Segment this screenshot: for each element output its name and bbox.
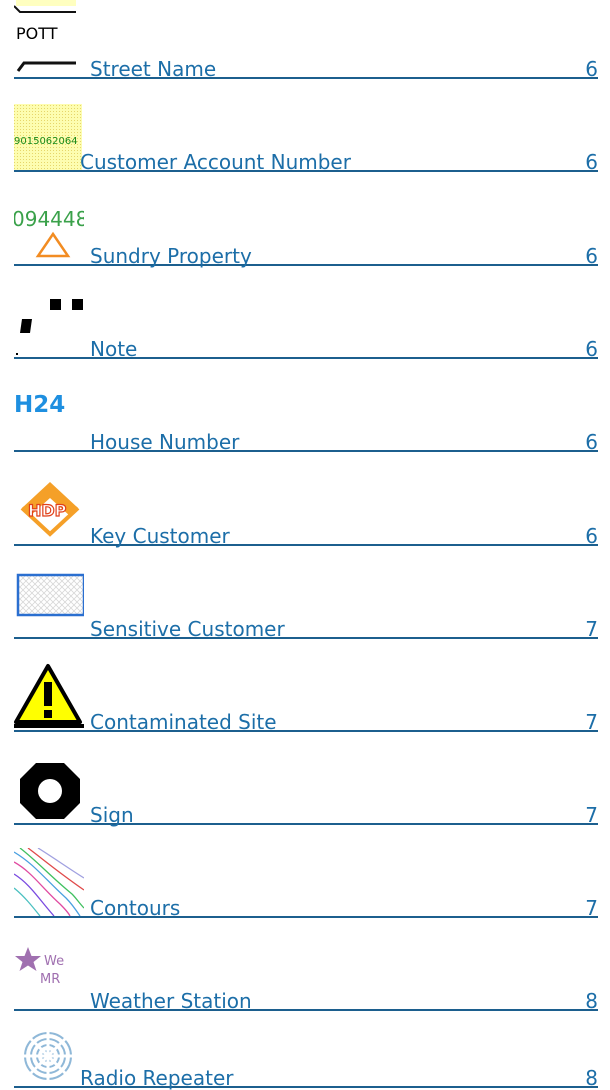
toc-entry-label[interactable]: House Number (90, 430, 239, 454)
toc-entry-street-name[interactable]: POTT Street Name 6 (14, 13, 598, 81)
toc-entry-label[interactable]: Key Customer (90, 524, 230, 548)
street-name-icon-text: POTT (16, 24, 58, 43)
toc-entry-label[interactable]: Contours (90, 896, 180, 920)
toc-entry-label[interactable]: Radio Repeater (80, 1066, 234, 1090)
sundry-property-icon: 094448 (14, 196, 84, 264)
toc-entry-label[interactable]: Sign (90, 803, 134, 827)
toc-entry-key-customer[interactable]: HDP Key Customer 6 (14, 470, 598, 548)
toc-entry-page[interactable]: 6 (585, 430, 598, 454)
radio-repeater-icon (14, 1028, 84, 1086)
street-name-icon: POTT (14, 9, 84, 77)
note-icon (14, 289, 84, 357)
weather-station-icon-text: We (44, 954, 64, 969)
key-customer-icon-text: HDP (28, 501, 67, 520)
toc-entry-sundry-property[interactable]: 094448 Sundry Property 6 (14, 190, 598, 268)
toc-entry-page[interactable]: 8 (585, 989, 598, 1013)
toc-entry-label[interactable]: Weather Station (90, 989, 252, 1013)
toc-entry-note[interactable]: Note 6 (14, 283, 598, 361)
toc-entry-sensitive-customer[interactable]: Sensitive Customer 7 (14, 563, 598, 641)
weather-station-icon-text-2: MR (40, 972, 60, 987)
toc-entry-page[interactable]: 7 (585, 803, 598, 827)
toc-entry-page[interactable]: 6 (585, 150, 598, 174)
toc-entry-page[interactable]: 7 (585, 710, 598, 734)
toc-entry-label[interactable]: Sundry Property (90, 244, 252, 268)
toc-entry-label[interactable]: Sensitive Customer (90, 617, 285, 641)
toc-entry-label[interactable]: Contaminated Site (90, 710, 277, 734)
toc-entry-sign[interactable]: Sign 7 (14, 749, 598, 827)
toc-entry-contaminated-site[interactable]: Contaminated Site 7 (14, 656, 598, 734)
toc-entry-house-number[interactable]: H24 House Number 6 (14, 376, 598, 454)
toc-entry-label[interactable]: Customer Account Number (80, 150, 351, 174)
toc-entry-label[interactable]: Street Name (90, 57, 216, 81)
sensitive-customer-icon (14, 569, 84, 637)
toc-entry-radio-repeater[interactable]: Radio Repeater 8 (14, 1028, 598, 1090)
toc-entry-label[interactable]: Note (90, 337, 137, 361)
toc-entry-page[interactable]: 6 (585, 337, 598, 361)
toc-entry-weather-station[interactable]: We MR Weather Station 8 (14, 935, 598, 1013)
toc-entry-page[interactable]: 7 (585, 617, 598, 641)
toc-entry-page[interactable]: 7 (585, 896, 598, 920)
toc-entry-page[interactable]: 6 (585, 244, 598, 268)
customer-account-number-icon: 9015062064 (14, 102, 84, 170)
key-customer-icon: HDP (14, 476, 84, 544)
house-number-icon: H24 (14, 382, 84, 450)
customer-account-number-icon-text: 9015062064 (14, 136, 78, 147)
house-number-icon-text: H24 (14, 392, 65, 418)
sundry-property-icon-text: 094448 (14, 207, 84, 231)
weather-station-icon: We MR (14, 941, 84, 1009)
toc-entry-contours[interactable]: Contours 7 (14, 842, 598, 920)
contaminated-site-icon (14, 662, 84, 730)
sign-icon (14, 755, 84, 823)
toc-entry-customer-account-number[interactable]: 9015062064 Customer Account Number 6 (14, 96, 598, 174)
contours-icon (14, 848, 84, 916)
toc-entry-page[interactable]: 6 (585, 524, 598, 548)
toc-entry-page[interactable]: 8 (585, 1066, 598, 1090)
toc-entry-page[interactable]: 6 (585, 57, 598, 81)
